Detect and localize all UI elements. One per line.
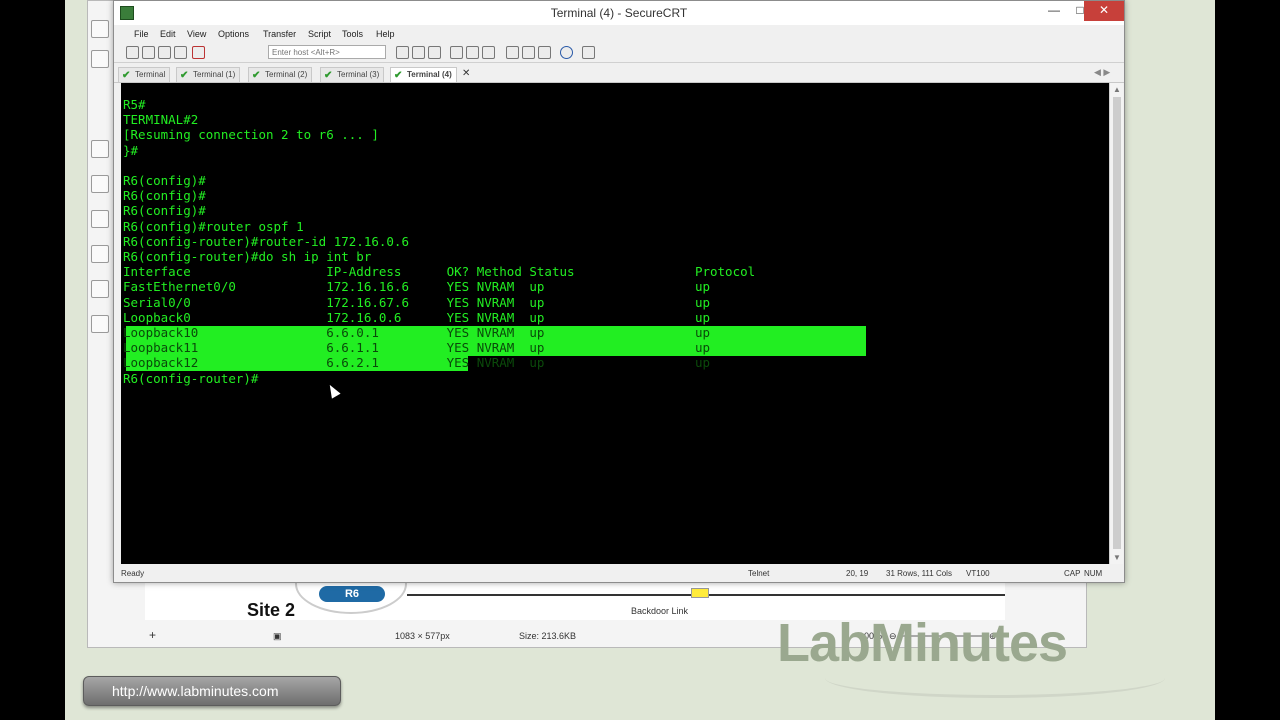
eraser-icon[interactable] [91, 210, 109, 228]
menu-transfer[interactable]: Transfer [263, 29, 296, 39]
site-label: Site 2 [247, 600, 296, 620]
lightning-bolt-icon [691, 588, 709, 598]
tools-icon[interactable] [522, 46, 535, 59]
close-button[interactable]: ✕ [1084, 1, 1124, 21]
tab-terminal-1[interactable]: ✔ Terminal (1) [176, 67, 241, 82]
terminal-scrollbar[interactable]: ▲ ▼ [1109, 83, 1123, 564]
menu-options[interactable]: Options [218, 29, 249, 39]
terminal-line: Loopback12 6.6.2.1 YES NVRAM up up [123, 355, 710, 371]
menu-edit[interactable]: Edit [160, 29, 176, 39]
terminal-line: Loopback0 172.16.0.6 YES NVRAM up up [123, 309, 710, 325]
title-bar[interactable]: Terminal (4) - SecureCRT — □ ✕ [114, 1, 1124, 25]
pen-icon[interactable] [91, 315, 109, 333]
sftp-icon[interactable] [482, 46, 495, 59]
session-tabs: ✔ Terminal ✔ Terminal (1) ✔ Terminal (2) ✔ T… [114, 65, 1124, 83]
terminal-line: R6(config)#router ospf 1 [123, 218, 304, 234]
securecrt-window: Terminal (4) - SecureCRT — □ ✕ File Edit… [113, 0, 1125, 583]
toolbar [114, 43, 1124, 63]
scroll-thumb[interactable] [1113, 97, 1121, 549]
menu-view[interactable]: View [187, 29, 206, 39]
connect-icon[interactable] [126, 46, 139, 59]
tab-close-icon[interactable]: ✕ [462, 68, 470, 79]
tab-terminal-3[interactable]: ✔ Terminal (3) [320, 67, 385, 82]
window-icon[interactable] [582, 46, 595, 59]
key-icon[interactable] [506, 46, 519, 59]
status-emulation: VT100 [966, 569, 990, 578]
terminal-line: R6(config)# [123, 188, 206, 204]
tab-terminal-2[interactable]: ✔ Terminal (2) [248, 67, 313, 82]
reconnect-icon[interactable] [174, 46, 187, 59]
find-icon[interactable] [428, 46, 441, 59]
edit-tool-icon[interactable] [91, 20, 109, 38]
document-icon[interactable] [91, 175, 109, 193]
scroll-up-icon[interactable]: ▲ [1113, 85, 1121, 94]
terminal-screen[interactable]: R5# TERMINAL#2 [Resuming connection 2 to r… [121, 83, 1109, 564]
menu-tools[interactable]: Tools [342, 29, 363, 39]
terminal-line: R6(config-router)#router-id 172.16.0.6 [123, 233, 409, 249]
scroll-down-icon[interactable]: ▼ [1113, 553, 1121, 562]
fit-icon[interactable]: ▣ [273, 631, 282, 642]
status-caps: CAP [1064, 569, 1081, 578]
folder-icon[interactable] [91, 50, 109, 68]
logo-swoosh [825, 658, 1165, 698]
attach-icon[interactable] [91, 280, 109, 298]
menu-file[interactable]: File [134, 29, 149, 39]
menu-help[interactable]: Help [376, 29, 395, 39]
status-num: NUM [1084, 569, 1103, 578]
disconnect-icon[interactable] [192, 46, 205, 59]
viewer-tool-column [87, 10, 113, 333]
help-icon[interactable] [560, 46, 573, 59]
paste-icon[interactable] [412, 46, 425, 59]
paste-icon[interactable] [91, 140, 109, 158]
minimize-button[interactable]: — [1041, 1, 1067, 21]
menu-script[interactable]: Script [308, 29, 331, 39]
tab-scroll-arrows[interactable]: ◀ ▶ [1094, 67, 1110, 78]
terminal-line: R6(config)# [123, 173, 206, 189]
status-bar: Ready Telnet 20, 19 31 Rows, 111 Cols VT… [114, 566, 1124, 582]
terminal-line: }# [123, 142, 139, 158]
dimensions-text: 1083 × 577px [395, 631, 450, 641]
terminal-line: Serial0/0 172.16.67.6 YES NVRAM up up [123, 294, 710, 310]
terminal-output: R5# TERMINAL#2 [Resuming connection 2 to r… [123, 97, 1103, 386]
terminal-line: Loopback11 6.6.1.1 YES NVRAM up up [123, 340, 710, 356]
terminal-line: R6(config-router)# [123, 370, 259, 386]
terminal-line: [Resuming connection 2 to r6 ... ] [123, 127, 379, 143]
video-frame: R6 Site 2 Backdoor Link + ▣ 1083 × 577px… [65, 0, 1215, 720]
terminal-line: FastEthernet0/0 172.16.16.6 YES NVRAM up… [123, 279, 710, 295]
backdoor-link-label: Backdoor Link [631, 606, 689, 616]
connect-tab-icon[interactable] [158, 46, 171, 59]
print-icon[interactable] [450, 46, 463, 59]
tab-terminal[interactable]: ✔ Terminal [118, 67, 171, 82]
quick-connect-icon[interactable] [142, 46, 155, 59]
terminal-line: R6(config-router)#do sh ip int br [123, 249, 372, 265]
terminal-line: R5# [123, 97, 146, 112]
filesize-text: Size: 213.6KB [519, 631, 577, 641]
tab-terminal-4[interactable]: ✔ Terminal (4) [390, 67, 457, 82]
host-input[interactable] [268, 45, 386, 59]
terminal-line: TERMINAL#2 [123, 112, 199, 128]
chat-icon[interactable] [91, 245, 109, 263]
add-icon[interactable]: + [149, 628, 156, 642]
status-protocol: Telnet [748, 569, 770, 578]
copy-icon[interactable] [396, 46, 409, 59]
settings-icon[interactable] [466, 46, 479, 59]
status-ready: Ready [121, 569, 145, 578]
website-url: http://www.labminutes.com [83, 676, 341, 706]
black-border [1215, 0, 1280, 720]
terminal-line: Loopback10 6.6.0.1 YES NVRAM up up [123, 325, 710, 341]
window-title: Terminal (4) - SecureCRT [550, 6, 688, 20]
router-badge: R6 [319, 586, 385, 602]
status-size: 31 Rows, 111 Cols [886, 569, 952, 578]
terminal-line: Interface IP-Address OK? Method Status P… [123, 264, 756, 280]
menu-bar: File Edit View Options Transfer Script T… [114, 27, 1124, 43]
status-cursor-position: 20, 19 [846, 569, 869, 578]
upload-icon[interactable] [538, 46, 551, 59]
terminal-line: R6(config)# [123, 203, 206, 219]
